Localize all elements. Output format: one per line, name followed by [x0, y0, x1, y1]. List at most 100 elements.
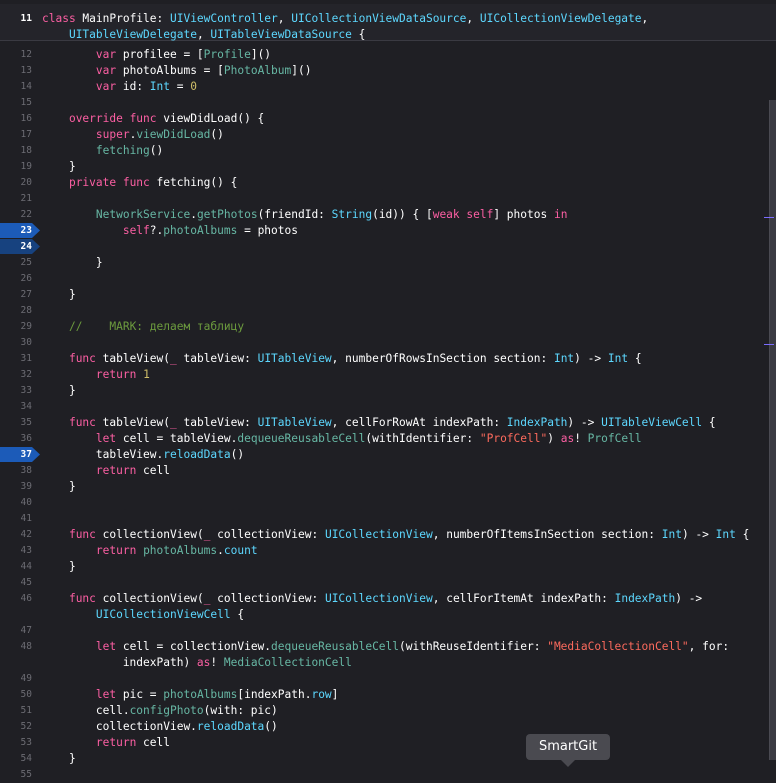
- code-line[interactable]: 13 var photoAlbums = [PhotoAlbum](): [0, 63, 776, 79]
- line-number[interactable]: 51: [0, 703, 32, 719]
- line-number[interactable]: 11: [0, 11, 32, 27]
- line-number[interactable]: 54: [0, 751, 32, 767]
- line-number[interactable]: 26: [0, 271, 32, 287]
- code-line[interactable]: 39 }: [0, 479, 776, 495]
- code-line[interactable]: 14 var id: Int = 0: [0, 79, 776, 95]
- code-line[interactable]: 35 func tableView(_ tableView: UITableVi…: [0, 415, 776, 431]
- line-number[interactable]: 18: [0, 143, 32, 159]
- line-number[interactable]: 28: [0, 303, 32, 319]
- code-line[interactable]: 25 }: [0, 255, 776, 271]
- code-token: UITableView: [257, 352, 332, 365]
- line-number[interactable]: 29: [0, 319, 32, 335]
- code-line[interactable]: 19 }: [0, 159, 776, 175]
- code-line[interactable]: 24: [0, 239, 776, 255]
- line-number[interactable]: 30: [0, 335, 32, 351]
- code-line[interactable]: indexPath) as! MediaCollectionCell: [0, 655, 776, 671]
- code-line[interactable]: 16 override func viewDidLoad() {: [0, 111, 776, 127]
- line-number[interactable]: 27: [0, 287, 32, 303]
- code-line[interactable]: 54 }: [0, 751, 776, 767]
- code-line[interactable]: 27 }: [0, 287, 776, 303]
- code-line[interactable]: 28: [0, 303, 776, 319]
- code-line[interactable]: 30: [0, 335, 776, 351]
- code-line[interactable]: 41: [0, 511, 776, 527]
- line-number[interactable]: 23: [0, 223, 32, 239]
- line-number[interactable]: 33: [0, 383, 32, 399]
- code-line[interactable]: 11 class MainProfile: UIViewController, U…: [0, 11, 776, 27]
- line-number[interactable]: 21: [0, 191, 32, 207]
- line-number[interactable]: 44: [0, 559, 32, 575]
- code-line[interactable]: 23 self?.photoAlbums = photos: [0, 223, 776, 239]
- line-number[interactable]: 39: [0, 479, 32, 495]
- code-line[interactable]: 17 super.viewDidLoad(): [0, 127, 776, 143]
- code-line[interactable]: 29 // MARK: делаем таблицу: [0, 319, 776, 335]
- line-number[interactable]: 19: [0, 159, 32, 175]
- code-line[interactable]: 22 NetworkService.getPhotos(friendId: St…: [0, 207, 776, 223]
- line-number[interactable]: 15: [0, 95, 32, 111]
- line-number[interactable]: 32: [0, 367, 32, 383]
- line-number[interactable]: 53: [0, 735, 32, 751]
- line-number[interactable]: 43: [0, 543, 32, 559]
- code-line[interactable]: 40: [0, 495, 776, 511]
- line-number[interactable]: 17: [0, 127, 32, 143]
- code-line[interactable]: 21: [0, 191, 776, 207]
- code-line[interactable]: 53 return cell: [0, 735, 776, 751]
- line-number[interactable]: 37: [0, 447, 32, 463]
- line-number[interactable]: 38: [0, 463, 32, 479]
- code-line[interactable]: 43 return photoAlbums.count: [0, 543, 776, 559]
- code-line[interactable]: 20 private func fetching() {: [0, 175, 776, 191]
- code-line[interactable]: 15: [0, 95, 776, 111]
- line-number[interactable]: 36: [0, 431, 32, 447]
- code-line[interactable]: 46 func collectionView(_ collectionView:…: [0, 591, 776, 607]
- line-number[interactable]: 47: [0, 623, 32, 639]
- line-number[interactable]: 14: [0, 79, 32, 95]
- code-line[interactable]: 32 return 1: [0, 367, 776, 383]
- code-line[interactable]: 47: [0, 623, 776, 639]
- line-number[interactable]: 22: [0, 207, 32, 223]
- line-number[interactable]: 34: [0, 399, 32, 415]
- code-token: (): [210, 128, 224, 141]
- line-number[interactable]: 12: [0, 47, 32, 63]
- line-number[interactable]: 50: [0, 687, 32, 703]
- code-line[interactable]: 44 }: [0, 559, 776, 575]
- line-number[interactable]: 52: [0, 719, 32, 735]
- line-number[interactable]: 13: [0, 63, 32, 79]
- code-line[interactable]: 18 fetching(): [0, 143, 776, 159]
- scrollbar-thumb[interactable]: [769, 100, 776, 760]
- code-line[interactable]: 34: [0, 399, 776, 415]
- code-line[interactable]: 50 let pic = photoAlbums[indexPath.row]: [0, 687, 776, 703]
- code-line[interactable]: UITableViewDelegate, UITableViewDataSour…: [0, 27, 776, 43]
- code-line[interactable]: 38 return cell: [0, 463, 776, 479]
- line-number[interactable]: 49: [0, 671, 32, 687]
- code-token: ](): [250, 48, 272, 61]
- line-number[interactable]: 42: [0, 527, 32, 543]
- code-token: dequeueReusableCell: [237, 432, 366, 445]
- line-number[interactable]: 24: [0, 239, 32, 255]
- code-line[interactable]: UICollectionViewCell {: [0, 607, 776, 623]
- code-line[interactable]: 51 cell.configPhoto(with: pic): [0, 703, 776, 719]
- line-number[interactable]: 31: [0, 351, 32, 367]
- code-editor[interactable]: 11 class MainProfile: UIViewController, U…: [0, 0, 776, 780]
- line-number[interactable]: 41: [0, 511, 32, 527]
- line-number[interactable]: 16: [0, 111, 32, 127]
- code-line[interactable]: 26: [0, 271, 776, 287]
- code-line[interactable]: 48 let cell = collectionView.dequeueReus…: [0, 639, 776, 655]
- line-number[interactable]: 35: [0, 415, 32, 431]
- line-number[interactable]: 45: [0, 575, 32, 591]
- line-number[interactable]: 20: [0, 175, 32, 191]
- code-line[interactable]: 36 let cell = tableView.dequeueReusableC…: [0, 431, 776, 447]
- code-line[interactable]: 33 }: [0, 383, 776, 399]
- code-token: indexPath): [42, 656, 197, 669]
- code-line[interactable]: 55: [0, 767, 776, 783]
- code-line[interactable]: 45: [0, 575, 776, 591]
- code-line[interactable]: 52 collectionView.reloadData(): [0, 719, 776, 735]
- code-line[interactable]: 49: [0, 671, 776, 687]
- code-line[interactable]: 31 func tableView(_ tableView: UITableVi…: [0, 351, 776, 367]
- code-line[interactable]: 37 tableView.reloadData(): [0, 447, 776, 463]
- line-number[interactable]: 48: [0, 639, 32, 655]
- line-number[interactable]: 55: [0, 767, 32, 783]
- line-number[interactable]: 46: [0, 591, 32, 607]
- code-line[interactable]: 42 func collectionView(_ collectionView:…: [0, 527, 776, 543]
- code-line[interactable]: 12 var profilee = [Profile](): [0, 47, 776, 63]
- line-number[interactable]: 25: [0, 255, 32, 271]
- line-number[interactable]: 40: [0, 495, 32, 511]
